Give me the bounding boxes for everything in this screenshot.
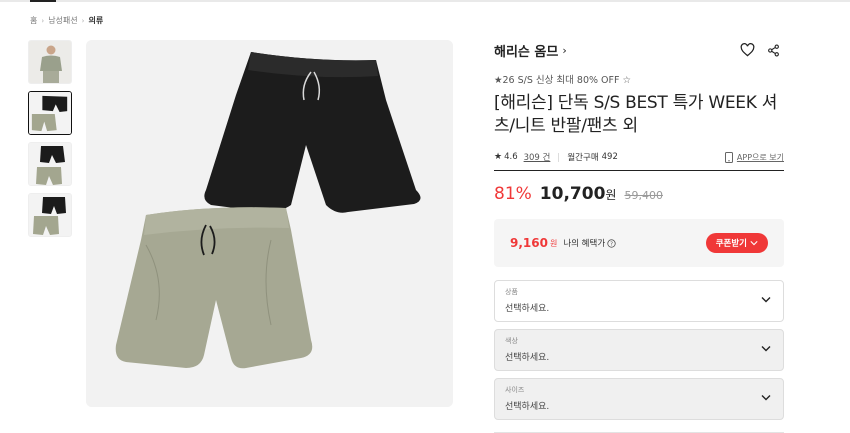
rating-value: 4.6 — [504, 152, 518, 162]
brand-row: 해리슨 옴므 › — [494, 40, 784, 60]
thumbnail-shorts-pair-2[interactable] — [28, 142, 72, 186]
benefit-currency: 원 — [549, 238, 558, 248]
coupon-button[interactable]: 쿠폰받기 — [705, 233, 768, 253]
price-row: 81% 10,700원 59,400 — [494, 184, 784, 204]
benefit-price: 9,160 — [510, 236, 548, 250]
product-info-panel: 해리슨 옴므 › ★26 S/S 신상 최대 80% OFF ☆ [해리슨] 단… — [494, 40, 784, 433]
brand-name: 해리슨 옴므 — [494, 44, 559, 60]
sale-price-currency: 원 — [605, 188, 617, 202]
breadcrumb-home[interactable]: 홈 — [30, 15, 37, 26]
breadcrumb-category[interactable]: 남성패션 — [48, 15, 77, 26]
thumbnail-shorts-pair-3[interactable] — [28, 193, 72, 237]
app-view-label: APP으로 보기 — [736, 152, 784, 162]
benefit-label-wrap[interactable]: 나의 혜택가 ? — [563, 237, 616, 249]
action-icons — [740, 43, 780, 57]
chevron-right-icon: › — [562, 43, 567, 57]
promo-text: ★26 S/S 신상 최대 80% OFF ☆ — [494, 75, 631, 86]
model-thumbnail-image — [29, 41, 71, 83]
sale-price: 10,700원 — [540, 184, 617, 204]
info-icon: ? — [607, 238, 616, 248]
option-select-product[interactable]: 상품 선택하세요. — [494, 280, 784, 322]
chevron-right-icon: › — [41, 16, 45, 25]
chevron-down-icon — [761, 346, 771, 352]
option-select-size[interactable]: 사이즈 선택하세요. — [494, 378, 784, 420]
option-label: 사이즈 — [505, 386, 525, 394]
benefit-label: 나의 혜택가 — [563, 239, 606, 249]
chevron-down-icon — [750, 241, 758, 246]
meta-underline — [494, 170, 784, 171]
breadcrumb-current[interactable]: 의류 — [88, 15, 103, 26]
monthly-purchase-count: 492 — [601, 152, 618, 162]
top-divider — [0, 0, 850, 2]
main-product-image[interactable] — [86, 40, 453, 407]
option-label: 색상 — [505, 337, 518, 345]
thumbnail-shorts-pair[interactable] — [28, 91, 72, 135]
svg-text:?: ? — [610, 241, 613, 247]
discount-rate: 81% — [494, 184, 532, 204]
monthly-purchase-label: 월간구매 — [567, 153, 599, 163]
app-view-link[interactable]: APP으로 보기 — [724, 151, 784, 163]
breadcrumb: 홈 › 남성패션 › 의류 — [30, 15, 103, 26]
benefit-box: 9,160 원 나의 혜택가 ? 쿠폰받기 — [494, 219, 784, 267]
brand-link[interactable]: 해리슨 옴므 › — [494, 41, 567, 60]
original-price: 59,400 — [624, 189, 663, 202]
chevron-down-icon — [761, 297, 771, 303]
product-meta: ★ 4.6 309 건 월간구매 492 APP으로 보기 — [494, 150, 784, 164]
star-icon: ★ — [494, 152, 503, 162]
option-select-color[interactable]: 색상 선택하세요. — [494, 329, 784, 371]
chevron-down-icon — [761, 395, 771, 401]
meta-divider — [558, 152, 560, 162]
share-icon[interactable] — [767, 44, 780, 57]
product-title: [해리슨] 단독 S/S BEST 특가 WEEK 셔츠/니트 반팔/팬츠 외 — [494, 93, 778, 136]
option-placeholder: 선택하세요. — [505, 402, 550, 412]
shorts-pair-image — [86, 40, 453, 407]
thumbnail-list — [28, 40, 74, 244]
chevron-right-icon: › — [81, 16, 85, 25]
heart-icon[interactable] — [740, 43, 755, 57]
option-placeholder: 선택하세요. — [505, 304, 550, 314]
mobile-icon — [724, 151, 733, 163]
shorts-pair-thumbnail-image — [29, 92, 71, 134]
coupon-button-label: 쿠폰받기 — [715, 239, 747, 249]
review-count-link[interactable]: 309 건 — [524, 151, 551, 163]
option-placeholder: 선택하세요. — [505, 353, 550, 363]
thumbnail-model[interactable] — [28, 40, 72, 84]
option-label: 상품 — [505, 288, 518, 296]
shorts-pair-thumbnail-image-3 — [29, 194, 71, 236]
top-divider-accent — [30, 0, 56, 2]
sale-price-value: 10,700 — [539, 184, 606, 204]
shorts-pair-thumbnail-image-2 — [29, 143, 71, 185]
